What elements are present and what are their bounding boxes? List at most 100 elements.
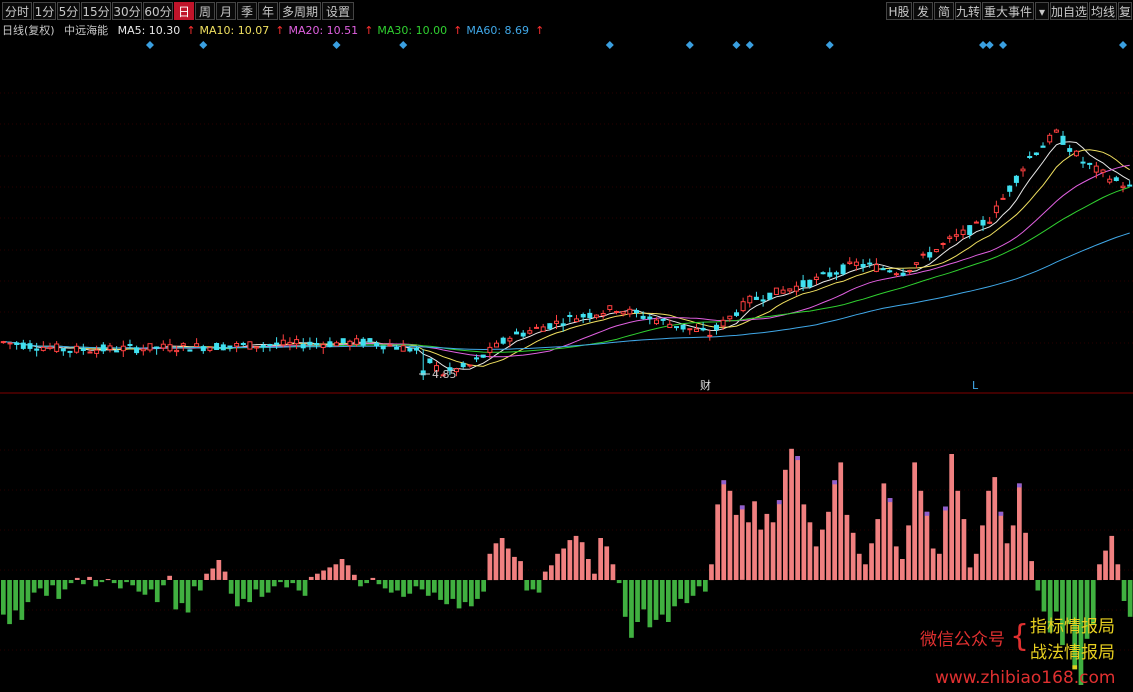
- candle-body-102: [680, 324, 686, 330]
- hist-cap-120: [739, 505, 745, 510]
- hist-bar-132: [813, 546, 819, 580]
- hist-bar-164: [1010, 525, 1016, 580]
- candle-body-150: [1000, 197, 1006, 200]
- hist-bar-76: [469, 580, 474, 607]
- hist-bar-53: [327, 567, 333, 580]
- hist-cap-144: [887, 498, 893, 503]
- hist-bar-104: [641, 580, 647, 610]
- candle-body-31: [207, 347, 213, 351]
- candle-body-45: [300, 344, 306, 349]
- candle-body-108: [720, 319, 726, 327]
- candle-body-84: [560, 323, 566, 326]
- candle-body-145: [967, 225, 973, 236]
- candle-body-43: [287, 341, 293, 345]
- candle-body-40: [267, 344, 273, 346]
- candle-body-89: [594, 314, 599, 318]
- hist-bar-32: [198, 580, 203, 591]
- candle-body-86: [574, 318, 579, 323]
- hist-bar-85: [524, 580, 530, 591]
- hist-bar-166: [1023, 532, 1028, 581]
- signal-diamond-8: [825, 41, 834, 49]
- candle-body-27: [180, 343, 186, 347]
- candle-body-152: [1013, 175, 1019, 183]
- hist-bar-129: [795, 456, 800, 580]
- candle-body-125: [833, 272, 839, 275]
- candle-body-74: [494, 342, 499, 348]
- hist-bar-115: [709, 564, 714, 581]
- hist-bar-51: [315, 573, 320, 580]
- candle-body-148: [987, 221, 993, 224]
- candle-body-39: [260, 345, 266, 347]
- hist-bar-178: [1097, 564, 1102, 581]
- candle-body-137: [913, 262, 919, 265]
- candle-body-160: [1067, 148, 1073, 152]
- candle-body-35: [234, 343, 240, 347]
- hist-bar-139: [856, 553, 862, 581]
- hist-bar-137: [844, 514, 850, 580]
- hist-bar-38: [235, 580, 240, 607]
- hist-bar-130: [801, 504, 807, 580]
- hist-bar-90: [555, 553, 560, 581]
- hist-bar-41: [253, 580, 259, 590]
- hist-bar-54: [333, 564, 339, 581]
- candle-body-18: [120, 345, 126, 352]
- hist-bar-169: [1041, 580, 1047, 612]
- signal-diamond-1: [199, 41, 208, 49]
- hist-bar-158: [973, 553, 979, 581]
- hist-bar-56: [345, 565, 351, 580]
- candle-body-122: [813, 276, 819, 281]
- candle-body-52: [347, 340, 353, 347]
- hist-bar-46: [284, 580, 289, 588]
- candle-body-2: [14, 342, 20, 345]
- hist-bar-152: [937, 553, 942, 581]
- candle-body-94: [627, 308, 633, 315]
- candle-body-23: [154, 346, 160, 349]
- hist-bar-167: [1029, 561, 1034, 580]
- candle-body-88: [587, 312, 593, 318]
- candle-body-38: [254, 346, 260, 349]
- hist-cap-129: [795, 456, 800, 461]
- hist-bar-58: [358, 580, 363, 587]
- candle-body-60: [400, 345, 406, 352]
- candle-body-87: [580, 314, 586, 318]
- candle-body-58: [387, 344, 393, 347]
- candle-body-146: [973, 221, 979, 224]
- hist-bar-11: [68, 580, 74, 584]
- candle-body-64: [427, 358, 433, 364]
- candle-body-61: [407, 348, 413, 352]
- l-marker[interactable]: L: [972, 379, 979, 392]
- candle-body-25: [167, 344, 173, 352]
- candle-body-162: [1080, 161, 1086, 164]
- hist-bar-63: [388, 580, 394, 593]
- hist-bar-43: [265, 580, 271, 593]
- candle-body-161: [1073, 150, 1079, 157]
- candle-body-24: [160, 343, 166, 349]
- signal-diamond-12: [1119, 41, 1128, 49]
- hist-bar-70: [432, 580, 437, 593]
- hist-cap-153: [943, 506, 948, 511]
- hist-bar-159: [980, 525, 985, 580]
- candle-body-165: [1100, 169, 1106, 173]
- hist-bar-42: [259, 580, 265, 597]
- hist-bar-81: [499, 538, 505, 580]
- candle-body-114: [760, 299, 766, 302]
- hist-bar-155: [955, 490, 961, 581]
- hist-bar-59: [364, 580, 369, 584]
- candle-body-33: [220, 344, 226, 351]
- hist-bar-72: [444, 580, 449, 605]
- kline-chart: 4.85 财 L: [0, 41, 1133, 685]
- hist-bar-69: [425, 580, 431, 596]
- candle-body-44: [294, 339, 300, 345]
- hist-bar-156: [961, 519, 967, 580]
- hist-bar-181: [1115, 564, 1121, 581]
- candle-body-96: [640, 315, 646, 319]
- candle-body-97: [647, 316, 653, 320]
- candle-body-30: [200, 346, 206, 352]
- hist-bar-145: [893, 546, 899, 580]
- candle-body-26: [174, 349, 180, 353]
- hist-bar-5: [31, 580, 37, 593]
- cai-marker[interactable]: 财: [700, 378, 711, 392]
- hist-bar-179: [1103, 550, 1108, 580]
- hist-bar-86: [530, 580, 536, 590]
- hist-bar-30: [185, 580, 191, 613]
